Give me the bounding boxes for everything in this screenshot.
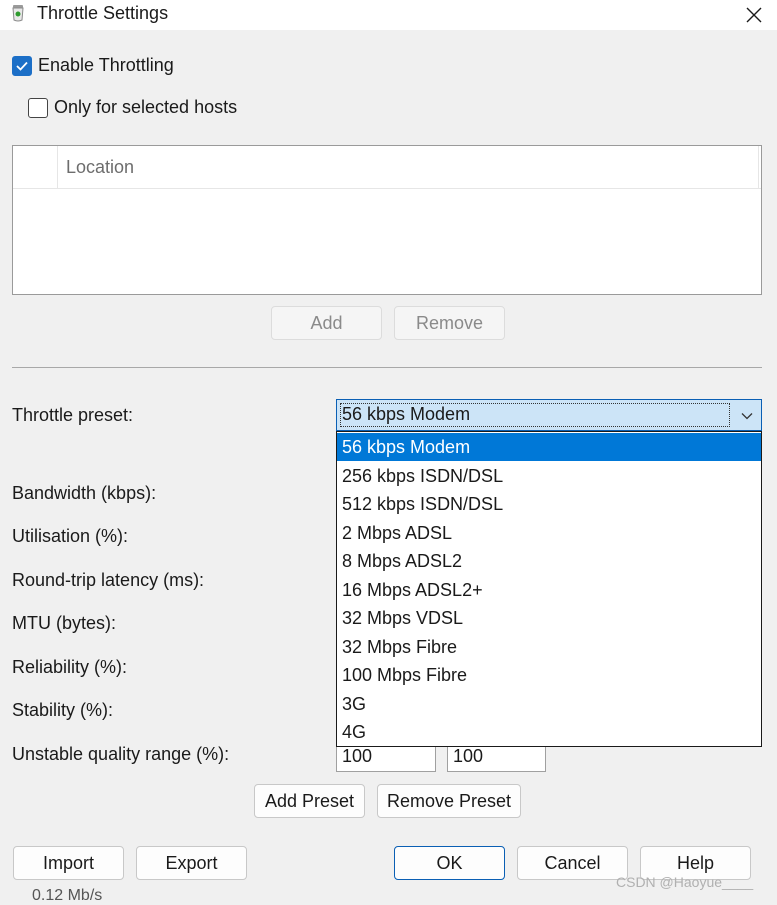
unstable-range-max-input[interactable]: 100 <box>447 744 546 772</box>
hosts-list-header: Location <box>13 146 761 189</box>
throttle-preset-label: Throttle preset: <box>12 405 134 425</box>
latency-label: Round-trip latency (ms): <box>12 570 205 590</box>
only-selected-hosts-label[interactable]: Only for selected hosts <box>54 97 237 118</box>
hosts-list[interactable]: Location <box>12 145 762 295</box>
reliability-label: Reliability (%): <box>12 657 128 677</box>
add-host-button[interactable]: Add <box>271 306 382 340</box>
close-button[interactable] <box>730 0 777 30</box>
unstable-range-label: Unstable quality range (%): <box>12 744 230 764</box>
preset-option[interactable]: 512 kbps ISDN/DSL <box>337 490 761 518</box>
close-icon <box>746 7 761 23</box>
preset-option[interactable]: 8 Mbps ADSL2 <box>337 547 761 575</box>
only-selected-hosts-checkbox[interactable] <box>28 98 48 118</box>
throttle-preset-value: 56 kbps Modem <box>342 404 471 424</box>
title-bar: Throttle Settings <box>0 0 777 30</box>
window-title: Throttle Settings <box>37 3 169 23</box>
preset-option[interactable]: 16 Mbps ADSL2+ <box>337 576 761 604</box>
remove-host-button[interactable]: Remove <box>394 306 505 340</box>
throttle-preset-combo[interactable]: 56 kbps Modem <box>336 399 762 431</box>
preset-option[interactable]: 32 Mbps Fibre <box>337 633 761 661</box>
utilisation-label: Utilisation (%): <box>12 526 129 546</box>
enable-throttling-checkbox[interactable] <box>12 56 32 76</box>
preset-option[interactable]: 32 Mbps VDSL <box>337 604 761 632</box>
preset-option[interactable]: 3G <box>337 690 761 718</box>
preset-option[interactable]: 2 Mbps ADSL <box>337 519 761 547</box>
bandwidth-label: Bandwidth (kbps): <box>12 483 157 503</box>
throttle-preset-dropdown[interactable]: 56 kbps Modem 256 kbps ISDN/DSL 512 kbps… <box>336 431 762 747</box>
preset-option[interactable]: 56 kbps Modem <box>337 433 761 461</box>
remove-preset-button[interactable]: Remove Preset <box>377 784 521 818</box>
add-preset-button[interactable]: Add Preset <box>254 784 365 818</box>
location-column-header[interactable]: Location <box>66 157 134 178</box>
app-icon <box>12 5 24 22</box>
cancel-button[interactable]: Cancel <box>517 846 628 880</box>
export-button[interactable]: Export <box>136 846 247 880</box>
stability-label: Stability (%): <box>12 700 114 720</box>
unstable-range-min-input[interactable]: 100 <box>336 744 436 772</box>
preset-option[interactable]: 4G <box>337 718 761 746</box>
ok-button[interactable]: OK <box>394 846 505 880</box>
watermark: CSDN @Haoyue____ <box>616 874 754 890</box>
separator <box>12 367 762 368</box>
header-select-column[interactable] <box>13 146 58 188</box>
mtu-label: MTU (bytes): <box>12 613 117 633</box>
header-end <box>758 146 761 188</box>
import-button[interactable]: Import <box>13 846 124 880</box>
background-text: 0.12 Mb/s <box>32 887 103 904</box>
enable-throttling-label[interactable]: Enable Throttling <box>38 55 174 76</box>
checkmark-icon <box>16 61 28 71</box>
chevron-down-icon[interactable] <box>739 408 755 424</box>
preset-option[interactable]: 256 kbps ISDN/DSL <box>337 462 761 490</box>
preset-option[interactable]: 100 Mbps Fibre <box>337 661 761 689</box>
